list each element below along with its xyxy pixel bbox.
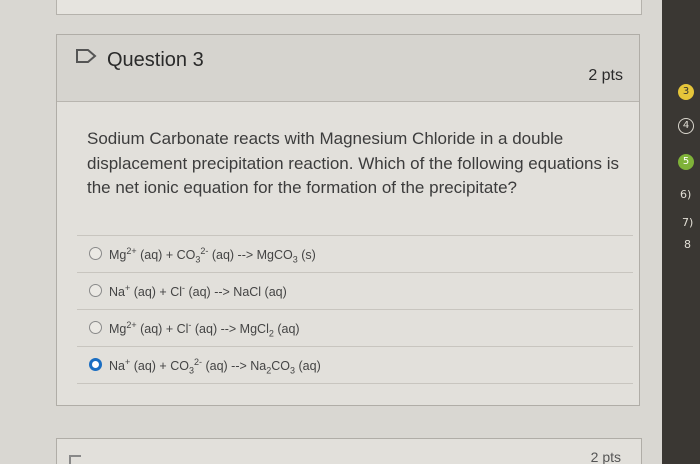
next-question-points: 2 pts [590, 449, 621, 464]
note-mark: 3 [678, 84, 694, 100]
note-mark: 8 [684, 238, 691, 251]
radio-button[interactable] [89, 321, 102, 334]
note-mark: 4 [678, 118, 694, 134]
flag-icon[interactable] [69, 455, 81, 464]
note-mark: 7) [682, 216, 694, 229]
answer-option-4[interactable]: Na+ (aq) + CO32- (aq) --> Na2CO3 (aq) [77, 346, 633, 384]
answer-option-1[interactable]: Mg2+ (aq) + CO32- (aq) --> MgCO3 (s) [77, 235, 633, 272]
radio-button-selected[interactable] [89, 358, 102, 371]
answer-list: Mg2+ (aq) + CO32- (aq) --> MgCO3 (s) Na+… [77, 235, 633, 384]
question-header: Question 3 2 pts [57, 35, 639, 102]
radio-button[interactable] [89, 247, 102, 260]
question-title: Question 3 [107, 49, 204, 71]
answer-option-3[interactable]: Mg2+ (aq) + Cl- (aq) --> MgCl2 (aq) [77, 309, 633, 346]
answer-label: Na+ (aq) + Cl- (aq) --> NaCl (aq) [109, 283, 287, 300]
note-mark: 6) [680, 188, 692, 201]
next-question-card: 2 pts [56, 438, 642, 464]
flag-icon[interactable] [75, 48, 97, 64]
previous-question-card [56, 0, 642, 15]
note-mark: 5 [678, 154, 694, 170]
answer-label: Mg2+ (aq) + Cl- (aq) --> MgCl2 (aq) [109, 320, 300, 339]
screen: Question 3 2 pts Sodium Carbonate reacts… [0, 0, 662, 464]
question-card: Question 3 2 pts Sodium Carbonate reacts… [56, 34, 640, 406]
question-text: Sodium Carbonate reacts with Magnesium C… [87, 129, 620, 197]
radio-button[interactable] [89, 284, 102, 297]
answer-label: Na+ (aq) + CO32- (aq) --> Na2CO3 (aq) [109, 357, 321, 376]
answer-label: Mg2+ (aq) + CO32- (aq) --> MgCO3 (s) [109, 246, 316, 265]
handwritten-notes: 3 4 5 6) 7) 8 [662, 0, 700, 464]
question-points: 2 pts [588, 67, 623, 84]
answer-option-2[interactable]: Na+ (aq) + Cl- (aq) --> NaCl (aq) [77, 272, 633, 309]
